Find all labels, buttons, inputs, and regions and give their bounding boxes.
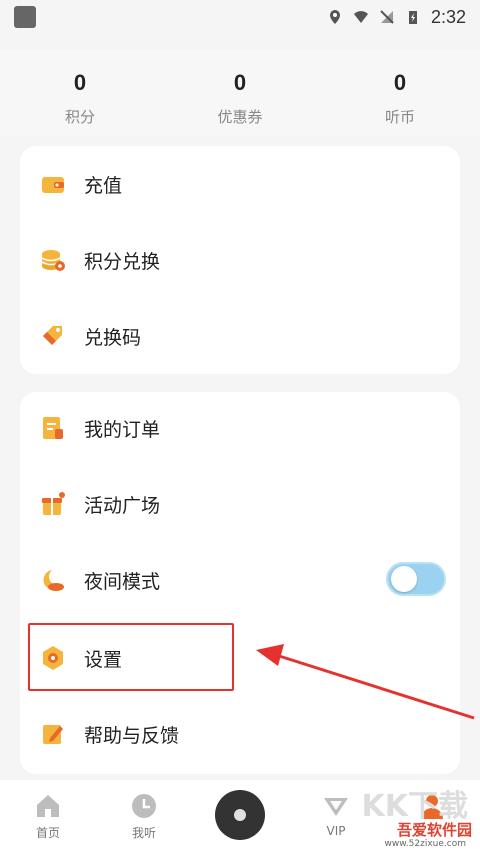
watermark-logo: KK下载 吾爱软件园 www.52zixue.com bbox=[358, 781, 478, 851]
location-icon bbox=[329, 10, 340, 24]
menu-item-label: 夜间模式 bbox=[84, 570, 161, 593]
watermark-url: www.52zixue.com bbox=[384, 839, 466, 849]
menu-item-recharge[interactable]: 充值 bbox=[20, 154, 460, 214]
home-icon bbox=[37, 795, 59, 817]
stat-value: 0 bbox=[233, 70, 247, 95]
tab-label: 我听 bbox=[131, 826, 156, 840]
menu-item-redeem-code[interactable]: 兑换码 bbox=[20, 306, 460, 366]
stat-value: 0 bbox=[73, 70, 87, 95]
menu-item-label: 我的订单 bbox=[84, 418, 161, 441]
settings-highlight-box bbox=[28, 623, 234, 691]
stat-coupons[interactable]: 0 优惠券 bbox=[160, 50, 320, 136]
wallet-icon bbox=[42, 177, 64, 193]
stat-label: 听币 bbox=[384, 108, 415, 126]
gift-icon bbox=[42, 492, 65, 515]
tag-icon bbox=[43, 326, 62, 345]
tab-listening[interactable]: 我听 bbox=[96, 780, 192, 853]
menu-item-label: 兑换码 bbox=[84, 326, 142, 349]
menu-card-wallet: 充值 积分兑换 兑换码 bbox=[20, 146, 460, 374]
moon-icon bbox=[43, 570, 64, 591]
menu-item-activity-square[interactable]: 活动广场 bbox=[20, 474, 460, 534]
menu-item-my-orders[interactable]: 我的订单 bbox=[20, 398, 460, 458]
tab-label: VIP bbox=[326, 824, 346, 838]
battery-charging-icon bbox=[408, 11, 417, 24]
order-icon bbox=[43, 417, 63, 439]
menu-item-label: 积分兑换 bbox=[84, 250, 161, 273]
menu-item-label: 活动广场 bbox=[84, 494, 161, 517]
night-mode-toggle[interactable] bbox=[386, 562, 446, 596]
stat-points[interactable]: 0 积分 bbox=[0, 50, 160, 136]
toggle-knob bbox=[391, 566, 417, 592]
tab-player[interactable] bbox=[192, 780, 288, 853]
stats-panel: 0 积分 0 优惠券 0 听币 bbox=[0, 50, 480, 136]
watermark-title: 吾爱软件园 bbox=[396, 821, 472, 839]
menu-card-general: 我的订单 活动广场 夜间模式 设置 帮助与反馈 bbox=[20, 392, 460, 774]
vip-icon bbox=[324, 798, 348, 816]
status-time: 2:32 bbox=[430, 6, 466, 27]
notification-icon bbox=[14, 6, 36, 28]
stat-label: 优惠券 bbox=[217, 108, 263, 126]
feedback-icon bbox=[43, 725, 63, 744]
tab-label: 首页 bbox=[35, 826, 60, 840]
no-signal-icon bbox=[380, 10, 394, 24]
wifi-icon bbox=[353, 11, 368, 23]
stat-coins[interactable]: 0 听币 bbox=[320, 50, 480, 136]
tab-home[interactable]: 首页 bbox=[0, 780, 96, 853]
coins-icon bbox=[41, 250, 65, 271]
menu-item-help-feedback[interactable]: 帮助与反馈 bbox=[20, 704, 460, 764]
stat-label: 积分 bbox=[64, 108, 95, 126]
menu-item-label: 充值 bbox=[84, 174, 123, 197]
stat-value: 0 bbox=[393, 70, 407, 95]
clock-icon bbox=[132, 794, 156, 818]
menu-item-points-exchange[interactable]: 积分兑换 bbox=[20, 230, 460, 290]
play-disc-icon bbox=[215, 790, 265, 840]
menu-item-label: 帮助与反馈 bbox=[84, 724, 180, 747]
status-bar: 2:32 bbox=[0, 0, 480, 34]
